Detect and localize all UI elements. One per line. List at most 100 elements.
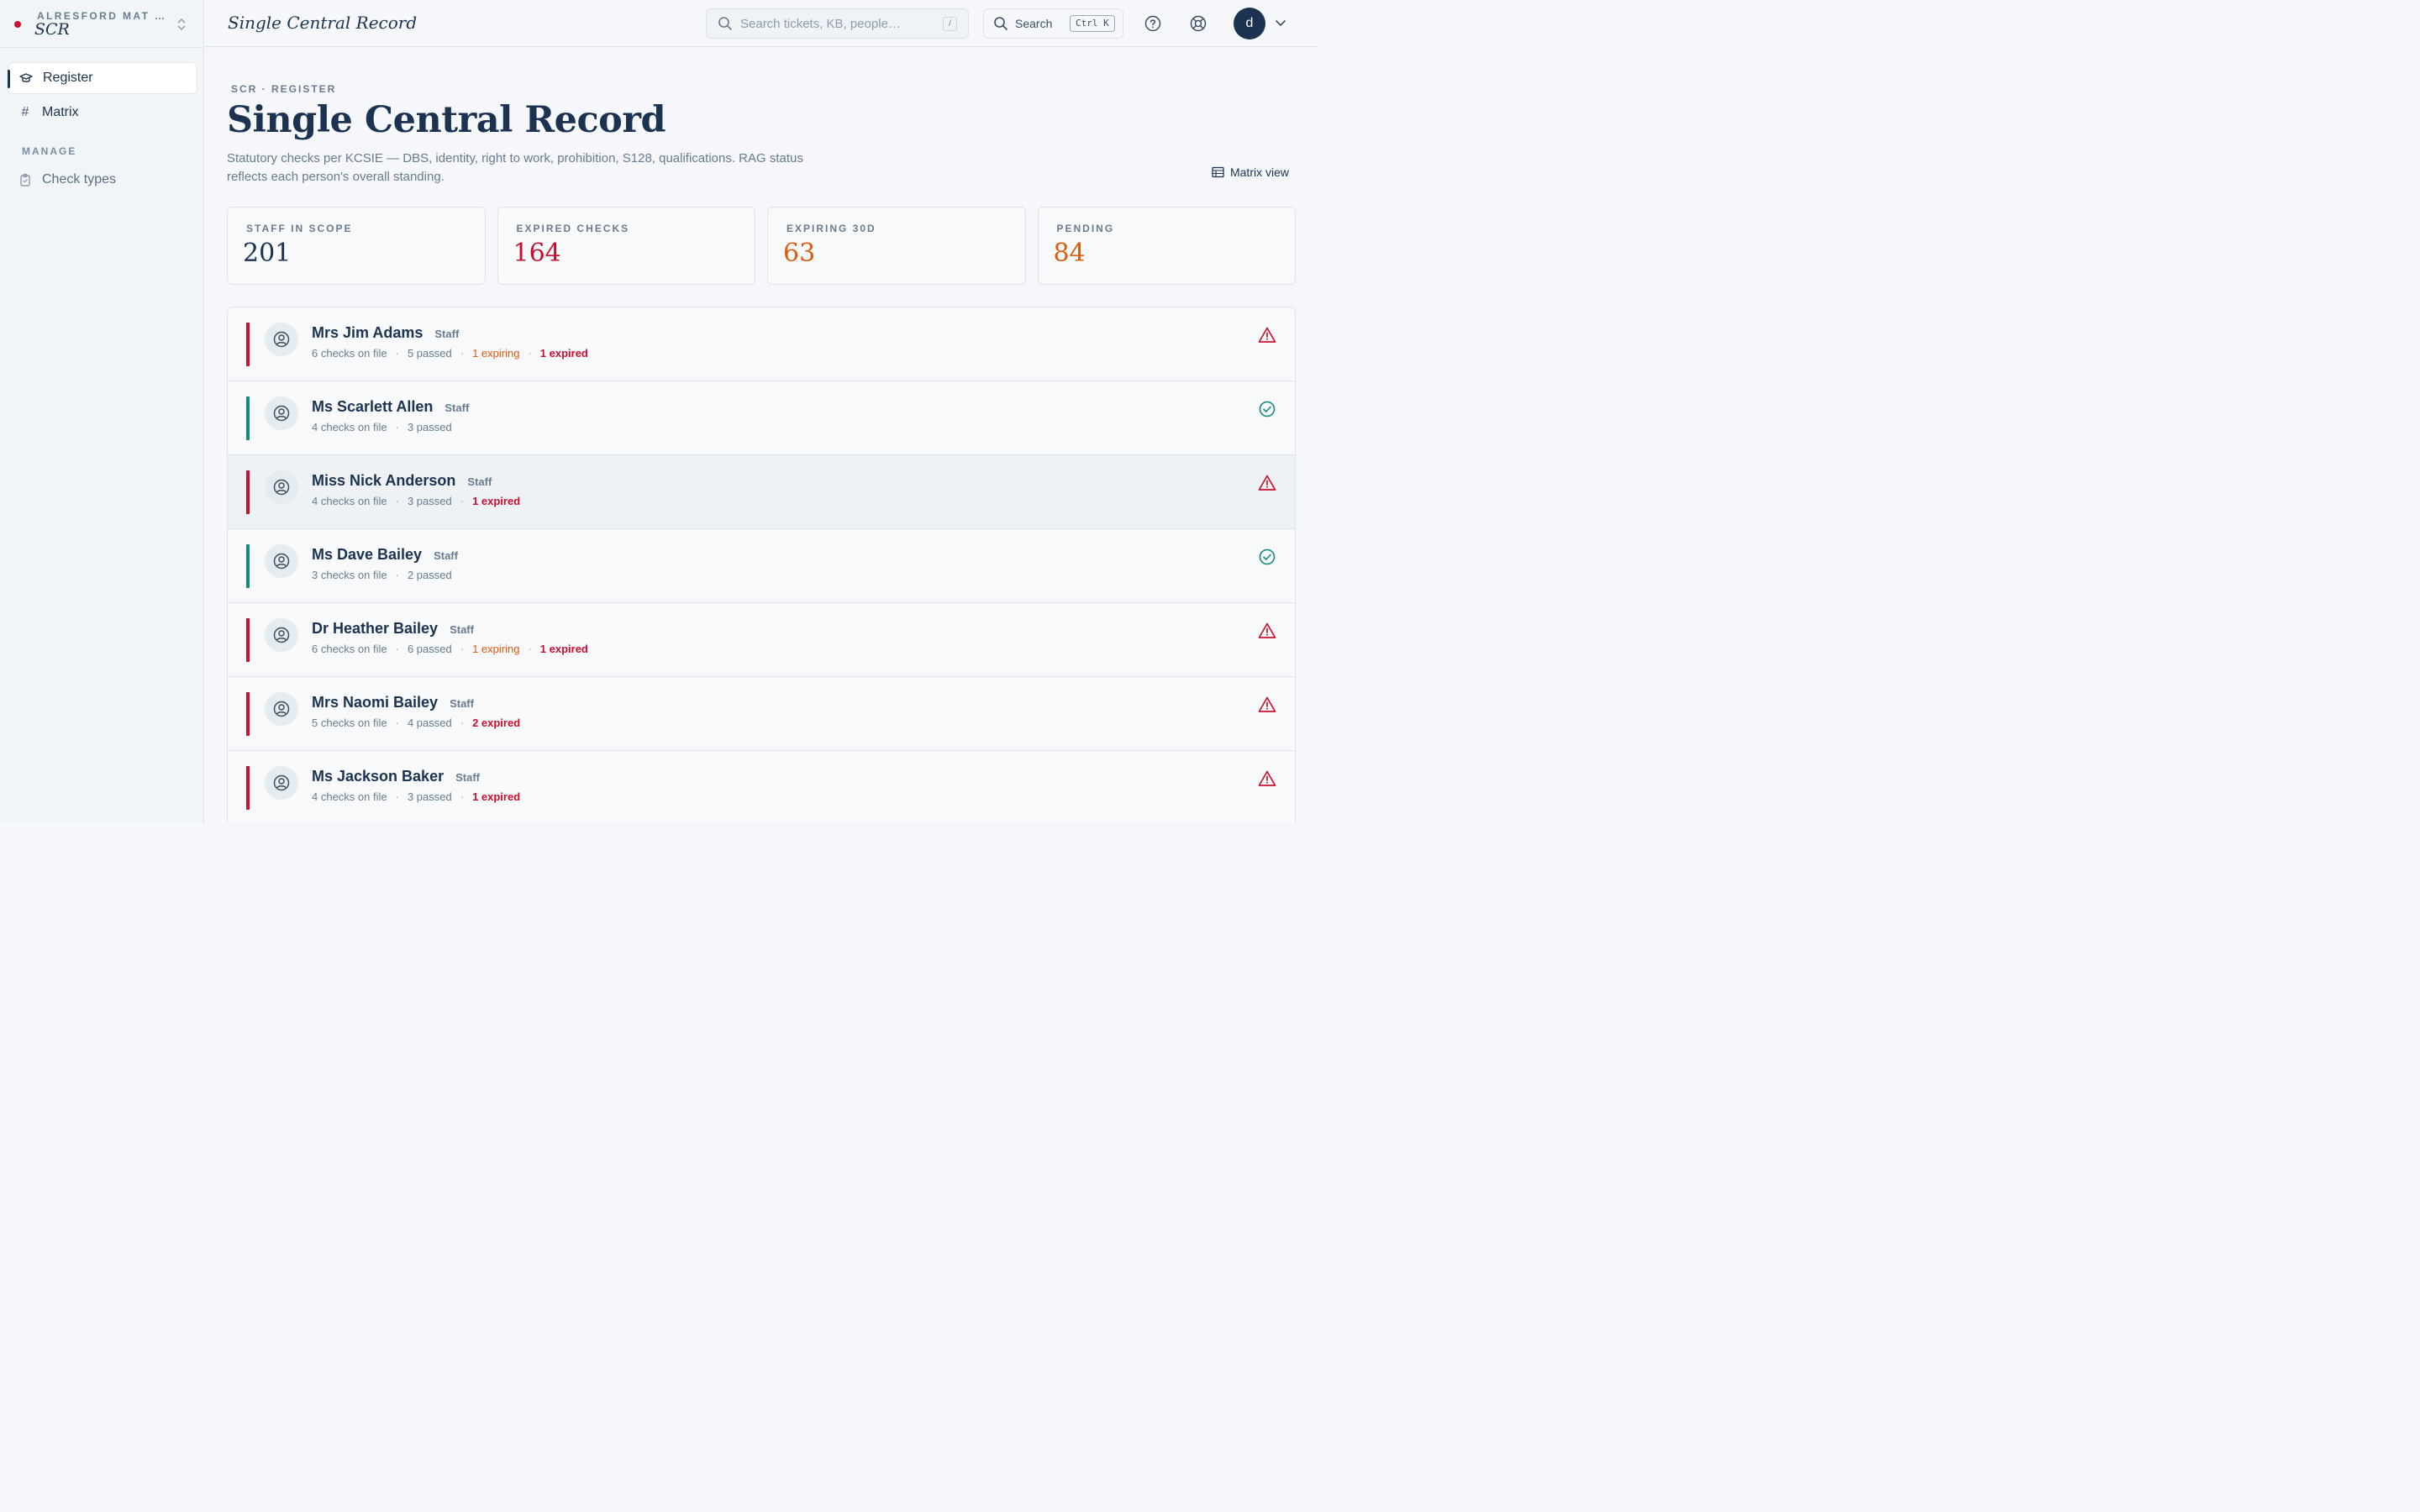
checks-on-file: 6 checks on file <box>312 347 387 360</box>
checks-passed: 6 passed <box>407 643 452 655</box>
person-name-line: Ms Scarlett Allen Staff <box>312 398 469 416</box>
person-name[interactable]: Dr Heather Bailey <box>312 620 438 638</box>
person-name-line: Ms Dave Bailey Staff <box>312 546 458 564</box>
chevron-down-icon[interactable] <box>1275 17 1286 29</box>
rag-indicator <box>246 470 250 514</box>
table-row[interactable]: Miss Nick Anderson Staff 4 checks on file ·… <box>228 455 1295 529</box>
person-name-line: Mrs Naomi Bailey Staff <box>312 694 474 711</box>
person-name[interactable]: Ms Dave Bailey <box>312 546 422 564</box>
app-name: SCR <box>34 20 70 39</box>
sidebar-item-matrix[interactable]: # Matrix <box>8 97 197 129</box>
person-role: Staff <box>434 549 458 562</box>
person-name[interactable]: Mrs Jim Adams <box>312 324 423 342</box>
org-switcher[interactable]: ALRESFORD MAT … SCR <box>0 0 203 48</box>
stat-expiring-30d: EXPIRING 30D 63 <box>767 207 1026 285</box>
person-check-summary: 6 checks on file · 6 passed · 1 expiring · 1 e… <box>312 643 588 655</box>
table-icon <box>1212 166 1224 178</box>
sidebar-item-label: Check types <box>42 172 117 186</box>
global-search[interactable]: / <box>706 8 969 39</box>
separator-dot: · <box>395 569 399 581</box>
table-row[interactable]: Ms Jackson Baker Staff 4 checks on file · 3 … <box>228 751 1295 823</box>
chevron-up-down-icon[interactable] <box>176 17 187 32</box>
checks-expired: 1 expired <box>472 495 521 507</box>
person-role: Staff <box>467 475 492 488</box>
sidebar: ALRESFORD MAT … SCR Register # Matrix MA… <box>0 0 204 823</box>
person-role: Staff <box>445 402 470 414</box>
person-check-summary: 3 checks on file · 2 passed <box>312 569 452 581</box>
separator-dot: · <box>460 790 465 803</box>
separator-dot: · <box>460 643 465 655</box>
search-shortcut-hint: / <box>943 17 957 31</box>
stat-value: 164 <box>513 239 561 268</box>
check-circle-icon <box>1258 548 1276 566</box>
checks-passed: 5 passed <box>407 347 452 360</box>
separator-dot: · <box>395 643 399 655</box>
search-button-label: Search <box>1015 17 1053 30</box>
person-icon <box>265 470 298 504</box>
stat-staff-in-scope: STAFF IN SCOPE 201 <box>227 207 486 285</box>
topbar: Single Central Record / Search Ctrl K d <box>205 0 1318 47</box>
rag-indicator <box>246 766 250 810</box>
table-row[interactable]: Mrs Jim Adams Staff 6 checks on file · 5 pas… <box>228 307 1295 381</box>
check-circle-icon <box>1258 400 1276 418</box>
stat-label: STAFF IN SCOPE <box>246 223 353 234</box>
checks-expired: 1 expired <box>472 790 521 803</box>
separator-dot: · <box>460 495 465 507</box>
person-name[interactable]: Ms Jackson Baker <box>312 768 444 785</box>
sidebar-item-check-types[interactable]: Check types <box>8 164 197 196</box>
help-icon[interactable] <box>1144 15 1161 32</box>
search-input[interactable] <box>740 16 934 31</box>
person-name-line: Ms Jackson Baker Staff <box>312 768 480 785</box>
warning-icon <box>1258 696 1276 714</box>
table-row[interactable]: Mrs Naomi Bailey Staff 5 checks on file · 4 … <box>228 677 1295 751</box>
table-row[interactable]: Ms Scarlett Allen Staff 4 checks on file · 3… <box>228 381 1295 455</box>
person-role: Staff <box>450 623 474 636</box>
checks-expired: 1 expired <box>539 643 588 655</box>
checks-expired: 2 expired <box>472 717 521 729</box>
hash-icon: # <box>21 105 29 119</box>
clipboard-icon <box>18 173 32 186</box>
checks-on-file: 4 checks on file <box>312 495 387 507</box>
warning-icon <box>1258 474 1276 492</box>
person-role: Staff <box>455 771 480 784</box>
checks-on-file: 3 checks on file <box>312 569 387 581</box>
warning-icon <box>1258 769 1276 788</box>
stat-label: EXPIRED CHECKS <box>516 223 630 234</box>
page-description: Statutory checks per KCSIE — DBS, identi… <box>227 151 803 184</box>
warning-icon <box>1258 326 1276 344</box>
separator-dot: · <box>460 717 465 729</box>
person-check-summary: 6 checks on file · 5 passed · 1 expiring · 1 e… <box>312 347 588 360</box>
checks-on-file: 4 checks on file <box>312 790 387 803</box>
separator-dot: · <box>395 495 399 507</box>
person-check-summary: 4 checks on file · 3 passed · 1 expired <box>312 495 520 507</box>
person-name[interactable]: Miss Nick Anderson <box>312 472 455 490</box>
rag-indicator <box>246 544 250 588</box>
person-name[interactable]: Mrs Naomi Bailey <box>312 694 438 711</box>
lifebuoy-icon[interactable] <box>1190 15 1207 32</box>
person-name[interactable]: Ms Scarlett Allen <box>312 398 433 416</box>
stat-expired-checks: EXPIRED CHECKS 164 <box>497 207 755 285</box>
warning-icon <box>1258 622 1276 640</box>
separator-dot: · <box>528 347 532 360</box>
checks-on-file: 4 checks on file <box>312 421 387 433</box>
user-avatar[interactable]: d <box>1234 8 1265 39</box>
stat-value: 63 <box>783 239 816 268</box>
person-name-line: Mrs Jim Adams Staff <box>312 324 459 342</box>
table-row[interactable]: Dr Heather Bailey Staff 6 checks on file · 6… <box>228 603 1295 677</box>
command-search-button[interactable]: Search Ctrl K <box>983 8 1123 39</box>
sidebar-section-manage: MANAGE <box>22 145 77 157</box>
matrix-view-link[interactable]: Matrix view <box>1212 165 1289 179</box>
stat-label: EXPIRING 30D <box>786 223 876 234</box>
checks-expired: 1 expired <box>539 347 588 360</box>
sidebar-item-register[interactable]: Register <box>8 62 197 94</box>
stat-label: PENDING <box>1056 223 1115 234</box>
person-icon <box>265 692 298 726</box>
page-title: Single Central Record <box>227 99 666 141</box>
breadcrumb: SCR · REGISTER <box>231 83 337 95</box>
org-status-dot <box>14 21 21 28</box>
table-row[interactable]: Ms Dave Bailey Staff 3 checks on file · 2 pa… <box>228 529 1295 603</box>
graduation-cap-icon <box>19 71 33 85</box>
checks-passed: 4 passed <box>407 717 452 729</box>
checks-expiring: 1 expiring <box>472 643 520 655</box>
person-icon <box>265 618 298 652</box>
